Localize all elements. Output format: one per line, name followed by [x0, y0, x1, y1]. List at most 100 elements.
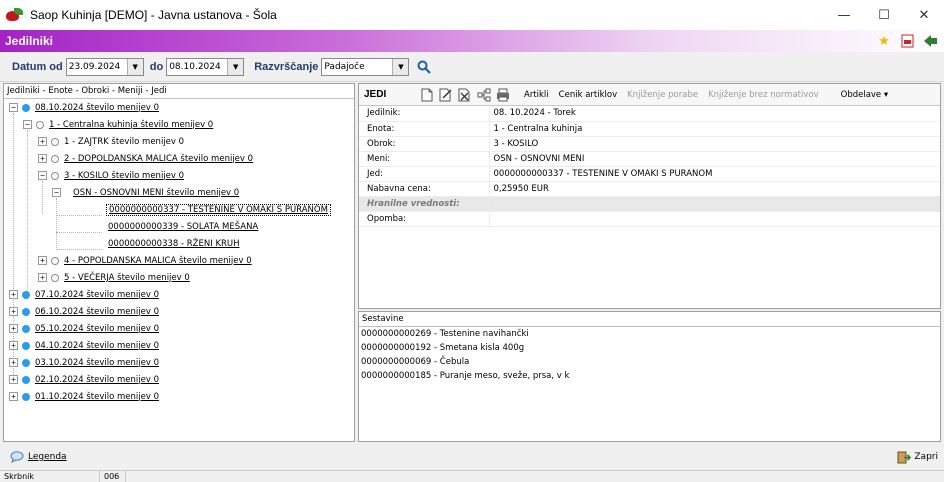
collapse-icon[interactable]: −: [23, 120, 32, 129]
minimize-button[interactable]: —: [824, 0, 864, 30]
cenik-artiklov-button[interactable]: Cenik artiklov: [559, 90, 617, 100]
exit-icon[interactable]: [922, 33, 938, 49]
print-icon[interactable]: [495, 87, 511, 103]
chevron-down-icon[interactable]: ▼: [227, 58, 244, 75]
tree-item-day[interactable]: + 02.10.2024 število menijev 0: [9, 371, 159, 388]
expand-icon[interactable]: +: [9, 358, 18, 367]
sort-select[interactable]: Padajoče ▼: [321, 57, 410, 76]
list-item[interactable]: 0000000000069 - Čebula: [359, 355, 940, 369]
sort-value: Padajoče: [324, 61, 365, 72]
tree-item-label: 2 - DOPOLDANSKA MALICA število menijev 0: [64, 153, 254, 164]
property-row[interactable]: Jedilnik: 08. 10.2024 - Torek: [359, 106, 940, 122]
tree-item-meal[interactable]: + 4 - POPOLDANSKA MALICA število menijev…: [38, 252, 252, 269]
chevron-down-icon[interactable]: ▼: [392, 58, 409, 75]
property-key: Hranilne vrednosti:: [359, 196, 490, 212]
close-window-button[interactable]: ✕: [904, 0, 944, 30]
tree-item-unit[interactable]: − 1 - Centralna kuhinja število menijev …: [23, 116, 213, 133]
expand-icon[interactable]: +: [9, 290, 18, 299]
node-circle-icon: [51, 154, 59, 163]
property-key: Jed:: [359, 166, 490, 182]
hierarchy-icon[interactable]: [476, 87, 492, 103]
expand-icon[interactable]: +: [9, 375, 18, 384]
date-from-value: 23.09.2024: [68, 61, 121, 72]
property-value: [489, 211, 940, 227]
date-to-value: 08.10.2024: [169, 61, 221, 72]
property-key: Obrok:: [359, 136, 490, 152]
expand-icon[interactable]: +: [38, 154, 47, 163]
tree-item-menu[interactable]: − OSN - OSNOVNI MENI število menijev 0: [52, 184, 239, 201]
collapse-icon[interactable]: −: [38, 171, 47, 180]
obdelave-menu[interactable]: Obdelave ▾: [841, 90, 889, 100]
star-icon[interactable]: ★: [876, 33, 892, 49]
tree-item-meal[interactable]: + 1 - ZAJTRK število menijev 0: [38, 133, 184, 150]
property-row[interactable]: Jed: 0000000000337 - TESTENINE V OMAKI S…: [359, 166, 940, 182]
tree-item-day[interactable]: + 03.10.2024 število menijev 0: [9, 354, 159, 371]
property-key: Jedilnik:: [359, 106, 490, 122]
collapse-icon[interactable]: −: [52, 188, 61, 197]
zapri-label: Zapri: [914, 452, 938, 462]
date-from-field[interactable]: 23.09.2024 ▼: [65, 57, 144, 76]
search-icon[interactable]: [415, 58, 433, 76]
tree-item-day[interactable]: − 08.10.2024 število menijev 0: [9, 99, 159, 116]
tree-item-day[interactable]: + 06.10.2024 število menijev 0: [9, 303, 159, 320]
bottom-bar: Legenda Zapri: [0, 446, 944, 468]
tree-item-label: 5 - VEČERJA število menijev 0: [64, 272, 190, 283]
status-bar: Skrbnik 006: [0, 470, 944, 482]
property-section-row[interactable]: Hranilne vrednosti:: [359, 196, 940, 212]
day-dot-icon: [22, 392, 30, 401]
zapri-button[interactable]: Zapri: [897, 451, 938, 464]
expand-icon[interactable]: +: [9, 307, 18, 316]
tree-item-dish[interactable]: 0000000000338 - RŽENI KRUH: [108, 235, 240, 252]
list-item[interactable]: 0000000000185 - Puranje meso, sveže, prs…: [359, 369, 940, 383]
expand-icon[interactable]: +: [38, 137, 47, 146]
ingredients-header: Sestavine: [359, 312, 940, 327]
property-row[interactable]: Meni: OSN - OSNOVNI MENI: [359, 151, 940, 167]
property-row[interactable]: Opomba:: [359, 211, 940, 227]
expand-icon[interactable]: +: [9, 392, 18, 401]
tree-item-label: 05.10.2024 število menijev 0: [35, 323, 160, 334]
status-code: 006: [100, 471, 126, 482]
tree-item-label: 4 - POPOLDANSKA MALICA število menijev 0: [64, 255, 252, 266]
node-circle-icon: [36, 120, 44, 129]
legend-button[interactable]: Legenda: [10, 451, 67, 463]
day-dot-icon: [22, 290, 30, 299]
property-value: [489, 196, 940, 212]
tree-view: − 08.10.2024 število menijev 0 − 1 - Cen…: [4, 99, 354, 439]
tree-item-day[interactable]: + 05.10.2024 število menijev 0: [9, 320, 159, 337]
speech-bubble-icon: [10, 451, 24, 463]
sort-label: Razvrščanje: [254, 60, 319, 73]
tree-item-meal[interactable]: + 5 - VEČERJA število menijev 0: [38, 269, 190, 286]
tree-item-dish[interactable]: 0000000000339 - SOLATA MEŠANA: [108, 218, 258, 235]
day-dot-icon: [22, 324, 30, 333]
edit-document-icon[interactable]: [438, 87, 454, 103]
tree-item-dish[interactable]: 0000000000337 - TESTENINE V OMAKI S PURA…: [106, 201, 331, 218]
collapse-icon[interactable]: −: [9, 103, 18, 112]
expand-icon[interactable]: +: [9, 341, 18, 350]
property-row[interactable]: Enota: 1 - Centralna kuhinja: [359, 121, 940, 137]
list-item[interactable]: 0000000000269 - Testenine navihančki: [359, 327, 940, 341]
tree-item-day[interactable]: + 07.10.2024 število menijev 0: [9, 286, 159, 303]
chevron-down-icon[interactable]: ▼: [126, 58, 143, 75]
maximize-button[interactable]: ☐: [864, 0, 904, 30]
tree-item-meal[interactable]: + 2 - DOPOLDANSKA MALICA število menijev…: [38, 150, 253, 167]
tree-item-label: 1 - ZAJTRK število menijev 0: [64, 136, 185, 147]
property-row[interactable]: Nabavna cena: 0,25950 EUR: [359, 181, 940, 197]
tree-item-day[interactable]: + 01.10.2024 število menijev 0: [9, 388, 159, 405]
knjizenje-porabe-button[interactable]: Knjiženje porabe: [627, 90, 698, 100]
date-to-field[interactable]: 08.10.2024 ▼: [166, 57, 245, 76]
artikli-button[interactable]: Artikli: [524, 90, 549, 100]
new-document-icon[interactable]: [419, 87, 435, 103]
properties-grid: Jedilnik: 08. 10.2024 - Torek Enota: 1 -…: [359, 106, 940, 227]
property-row[interactable]: Obrok: 3 - KOSILO: [359, 136, 940, 152]
property-value: 0000000000337 - TESTENINE V OMAKI S PURA…: [489, 166, 940, 182]
pdf-icon[interactable]: [899, 33, 915, 49]
knjizenje-brez-normativov-button[interactable]: Knjiženje brez normativov: [708, 90, 819, 100]
expand-icon[interactable]: +: [38, 273, 47, 282]
tree-item-meal[interactable]: − 3 - KOSILO število menijev 0: [38, 167, 184, 184]
tree-item-day[interactable]: + 04.10.2024 število menijev 0: [9, 337, 159, 354]
property-value: 08. 10.2024 - Torek: [489, 106, 940, 122]
expand-icon[interactable]: +: [38, 256, 47, 265]
list-item[interactable]: 0000000000192 - Smetana kisla 400g: [359, 341, 940, 355]
delete-document-icon[interactable]: [457, 87, 473, 103]
expand-icon[interactable]: +: [9, 324, 18, 333]
